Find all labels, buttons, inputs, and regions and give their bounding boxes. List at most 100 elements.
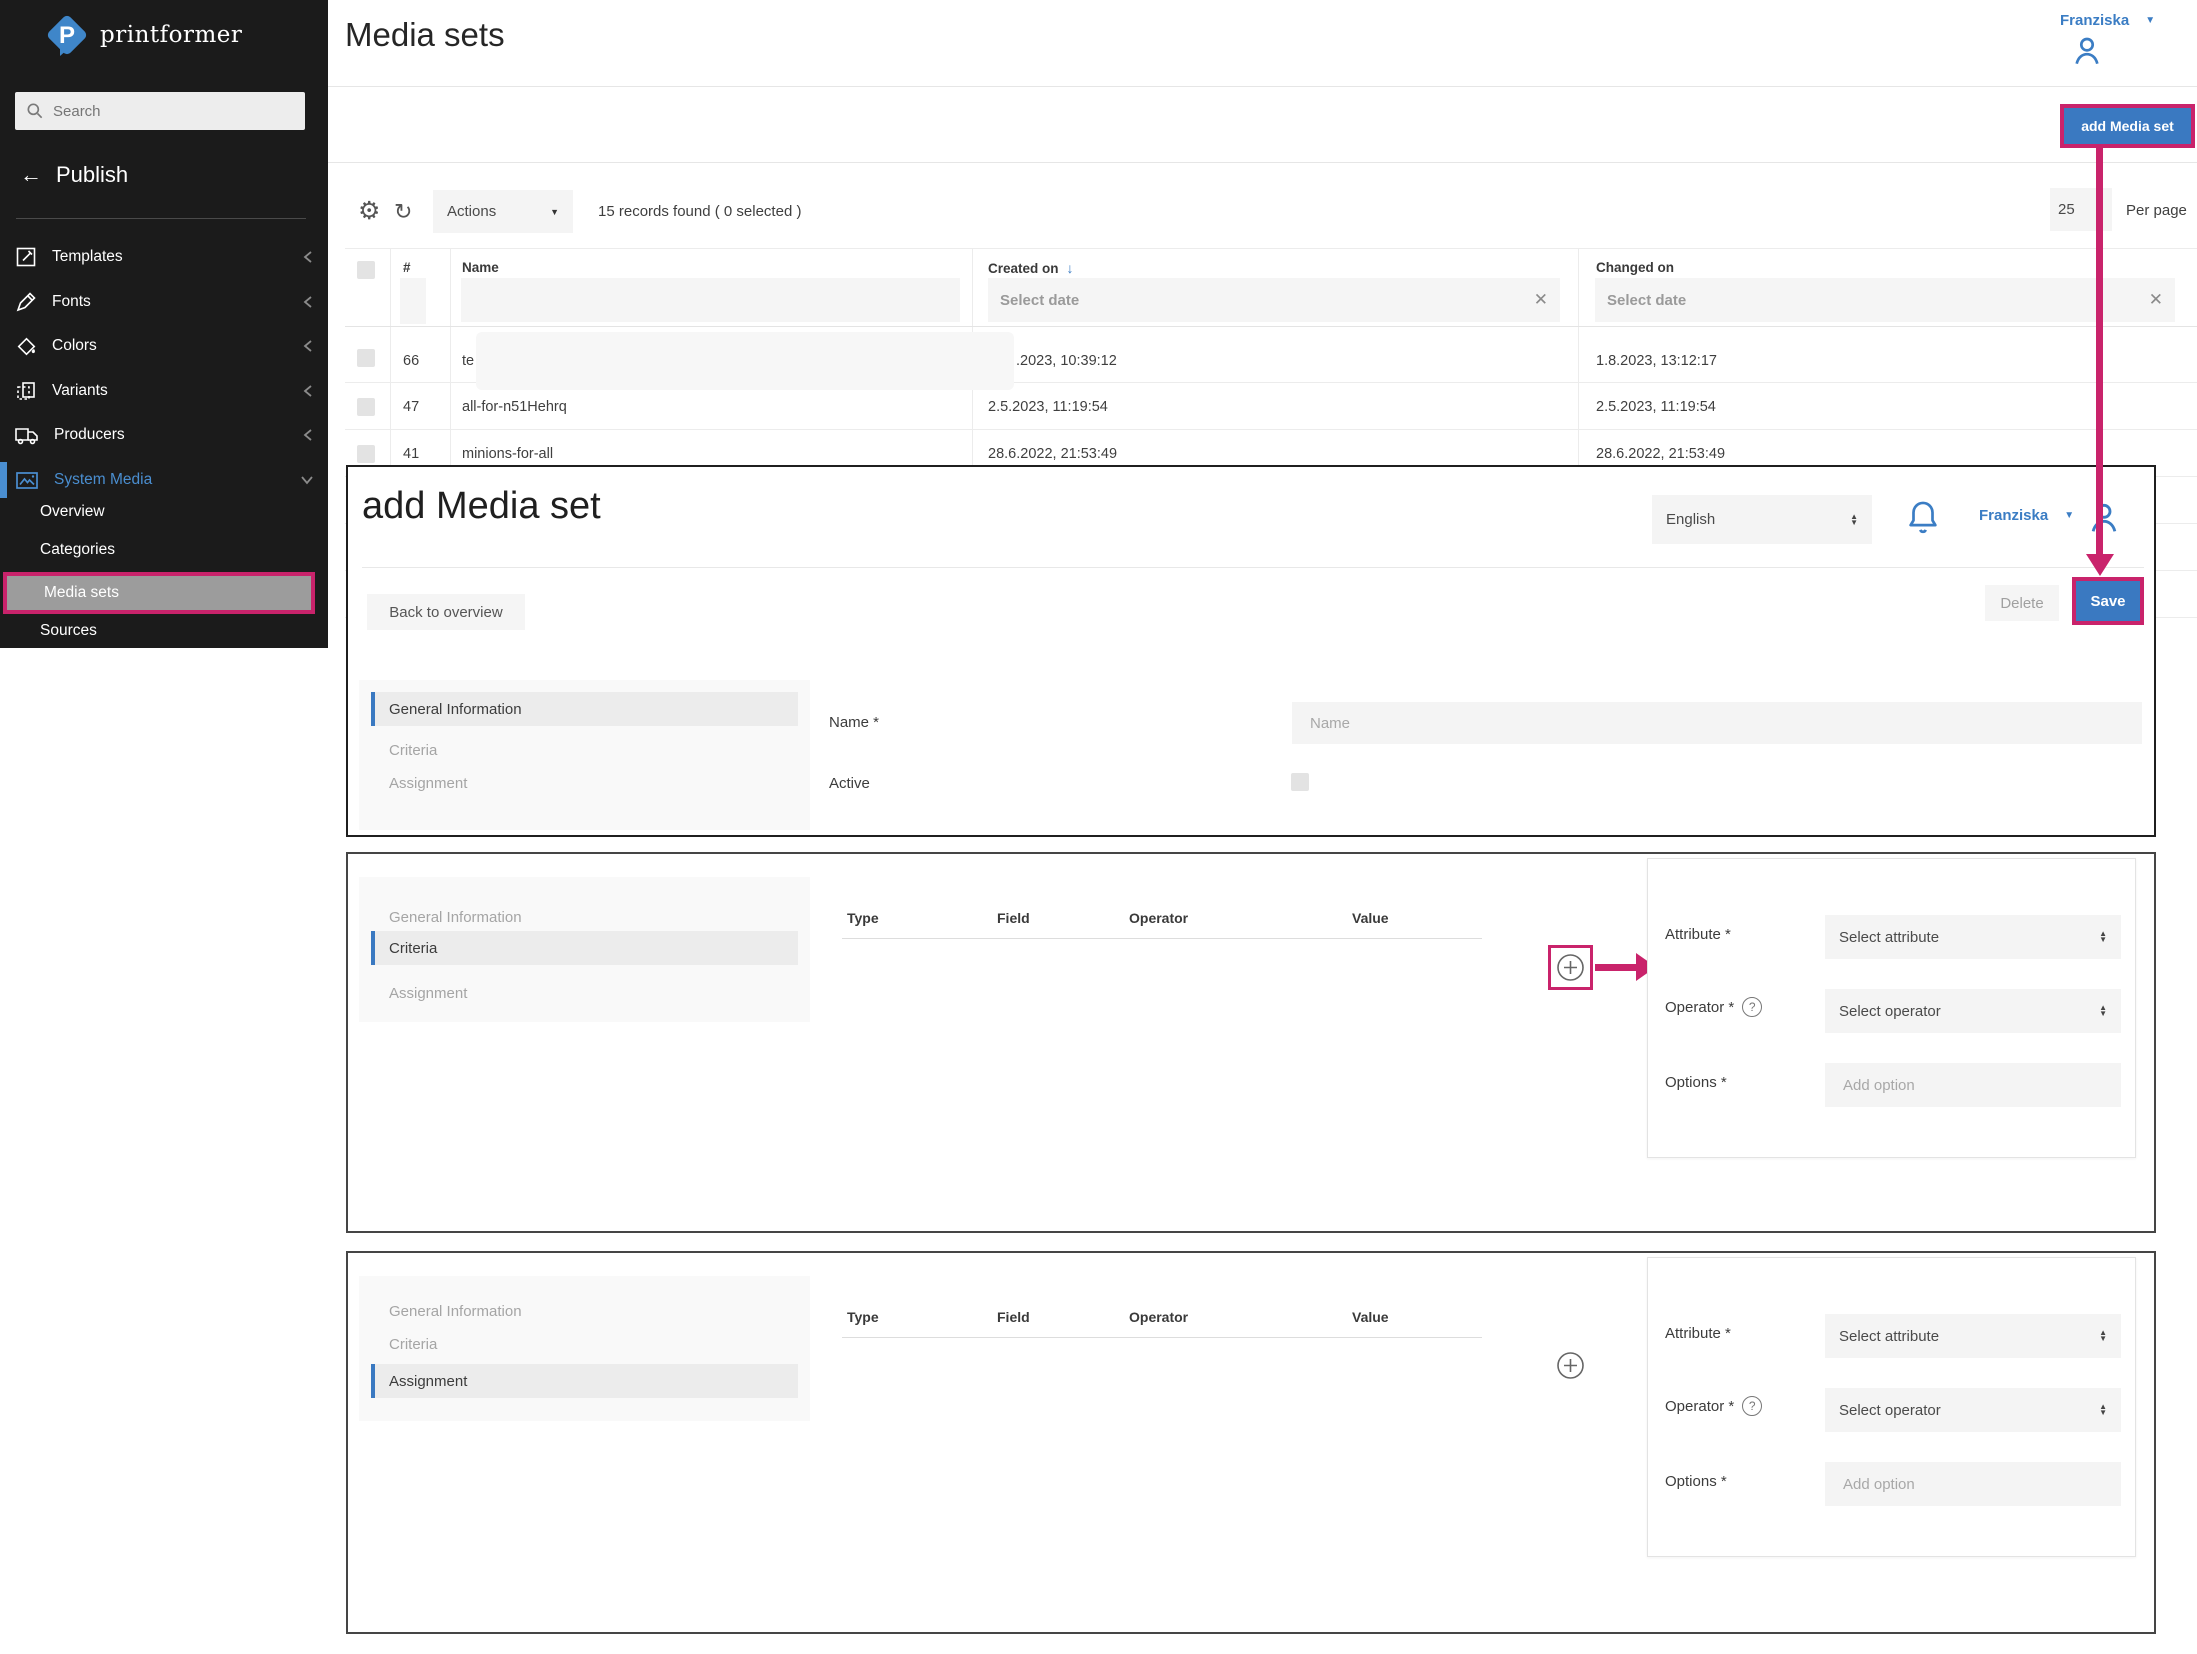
row-checkbox[interactable] [357, 398, 375, 416]
criteria-col-type: Type [847, 1309, 879, 1325]
sidebar-item-fonts[interactable]: Fonts [0, 280, 328, 324]
add-assignment-button[interactable] [1557, 1352, 1584, 1379]
user-menu[interactable]: Franziska ▼ [2060, 12, 2155, 29]
search-input[interactable] [53, 103, 295, 120]
sidebar-item-media-sets[interactable]: Media sets [7, 576, 311, 610]
back-to-publish[interactable]: ← Publish [20, 162, 128, 188]
column-header-changed[interactable]: Changed on [1596, 260, 1674, 275]
table-row[interactable]: 66 te .2023, 10:39:12 1.8.2023, 13:12:17 [345, 326, 2197, 383]
save-button[interactable]: Save [2076, 581, 2140, 621]
sidebar-item-producers[interactable]: Producers [0, 413, 328, 457]
chevron-left-icon [302, 384, 314, 398]
created-filter-input[interactable] [1000, 292, 1534, 309]
criteria-col-type: Type [847, 910, 879, 926]
column-header-name[interactable]: Name [462, 260, 499, 275]
sidebar-item-label: Fonts [52, 293, 302, 311]
add-media-set-button[interactable]: add Media set [2064, 108, 2191, 144]
settings-gear-icon[interactable]: ⚙ [358, 196, 380, 226]
tab-criteria[interactable]: Criteria [389, 1336, 437, 1353]
sidebar-item-sources[interactable]: Sources [40, 622, 97, 640]
tab-assignment[interactable]: Assignment [389, 985, 467, 1002]
name-filter[interactable] [461, 278, 960, 322]
user-avatar-icon[interactable] [2068, 32, 2106, 70]
tab-assignment[interactable]: Assignment [371, 1364, 798, 1398]
tab-general-information[interactable]: General Information [389, 1303, 522, 1320]
attribute-select[interactable]: Select attribute ▲▼ [1825, 1314, 2121, 1358]
row-checkbox[interactable] [357, 349, 375, 367]
cell-num: 66 [403, 353, 419, 369]
caret-down-icon: ▼ [2145, 15, 2155, 26]
svg-text:P: P [59, 22, 75, 49]
active-indicator [0, 462, 7, 498]
panel-user-menu[interactable]: Franziska ▼ [1979, 507, 2074, 524]
column-header-num[interactable]: # [403, 260, 411, 275]
tab-general-information[interactable]: General Information [371, 692, 798, 726]
row-checkbox[interactable] [357, 445, 375, 463]
stepper-icon: ▲▼ [2099, 1005, 2107, 1017]
criteria-col-field: Field [997, 1309, 1030, 1325]
sidebar-item-label: Colors [52, 337, 302, 355]
templates-icon [14, 245, 38, 269]
sidebar-item-overview[interactable]: Overview [40, 503, 105, 521]
clear-filter-icon[interactable]: ✕ [2149, 290, 2163, 310]
annotation-arrow-head [2086, 554, 2114, 576]
num-filter[interactable] [400, 278, 426, 324]
criteria-col-operator: Operator [1129, 1309, 1188, 1325]
sidebar-item-templates[interactable]: Templates [0, 235, 328, 279]
panel-user-avatar-icon[interactable] [2084, 497, 2124, 539]
chevron-down-icon [300, 474, 314, 486]
active-checkbox[interactable] [1291, 773, 1309, 791]
options-field[interactable] [1825, 1462, 2121, 1506]
tab-criteria[interactable]: Criteria [371, 931, 798, 965]
producers-icon [14, 423, 40, 447]
help-icon[interactable]: ? [1742, 997, 1762, 1017]
panel-title: add Media set [362, 485, 601, 528]
sidebar-search[interactable] [15, 92, 305, 130]
tab-assignment[interactable]: Assignment [389, 775, 467, 792]
language-select[interactable]: English ▲▼ [1652, 495, 1872, 544]
sidebar-item-variants[interactable]: Variants [0, 369, 328, 413]
name-filter-input[interactable] [473, 292, 948, 309]
add-media-set-panel: add Media set English ▲▼ Franziska ▼ Bac… [346, 465, 2156, 837]
page-title: Media sets [345, 16, 505, 54]
logo[interactable]: P printformer [44, 12, 242, 58]
actions-dropdown[interactable]: Actions ▼ [433, 190, 573, 233]
page: P printformer ← Publish Templates Fonts [0, 0, 2197, 1654]
column-header-created[interactable]: Created on ↓ [988, 260, 1074, 276]
criteria-panel: General Information Criteria Assignment … [346, 852, 2156, 1233]
table-row[interactable]: 47 all-for-n51Hehrq 2.5.2023, 11:19:54 2… [345, 383, 2197, 430]
sidebar: P printformer ← Publish Templates Fonts [0, 0, 328, 648]
notifications-bell-icon[interactable] [1904, 497, 1942, 539]
delete-button[interactable]: Delete [1985, 585, 2059, 621]
sidebar-item-categories[interactable]: Categories [40, 541, 115, 559]
add-criterion-button[interactable] [1557, 954, 1584, 981]
back-to-overview-button[interactable]: Back to overview [367, 594, 525, 630]
clear-filter-icon[interactable]: ✕ [1534, 290, 1548, 310]
annotation-arrow-line [1595, 964, 1636, 971]
operator-select[interactable]: Select operator ▲▼ [1825, 1388, 2121, 1432]
changed-date-filter[interactable]: ✕ [1595, 278, 2175, 322]
sidebar-item-system-media[interactable]: System Media [0, 458, 328, 502]
created-date-filter[interactable]: ✕ [988, 278, 1560, 322]
name-input[interactable] [1310, 715, 2124, 732]
changed-filter-input[interactable] [1607, 292, 2149, 309]
options-input[interactable] [1843, 1077, 2103, 1094]
refresh-icon[interactable]: ↻ [394, 199, 412, 225]
sidebar-item-colors[interactable]: Colors [0, 324, 328, 368]
attribute-select[interactable]: Select attribute ▲▼ [1825, 915, 2121, 959]
panel-tabs: General Information Criteria Assignment [359, 680, 810, 830]
tab-general-information[interactable]: General Information [389, 909, 522, 926]
cell-name: all-for-n51Hehrq [462, 399, 567, 415]
options-label: Options * [1665, 1473, 1727, 1490]
annotation-arrow-line [2096, 146, 2103, 556]
options-input[interactable] [1843, 1476, 2103, 1493]
name-field[interactable] [1292, 702, 2142, 744]
operator-select[interactable]: Select operator ▲▼ [1825, 989, 2121, 1033]
help-icon[interactable]: ? [1742, 1396, 1762, 1416]
cell-created: .2023, 10:39:12 [1016, 353, 1117, 369]
assignment-panel: General Information Criteria Assignment … [346, 1251, 2156, 1634]
options-field[interactable] [1825, 1063, 2121, 1107]
select-all-checkbox[interactable] [357, 261, 375, 279]
tab-criteria[interactable]: Criteria [389, 742, 437, 759]
options-label: Options * [1665, 1074, 1727, 1091]
